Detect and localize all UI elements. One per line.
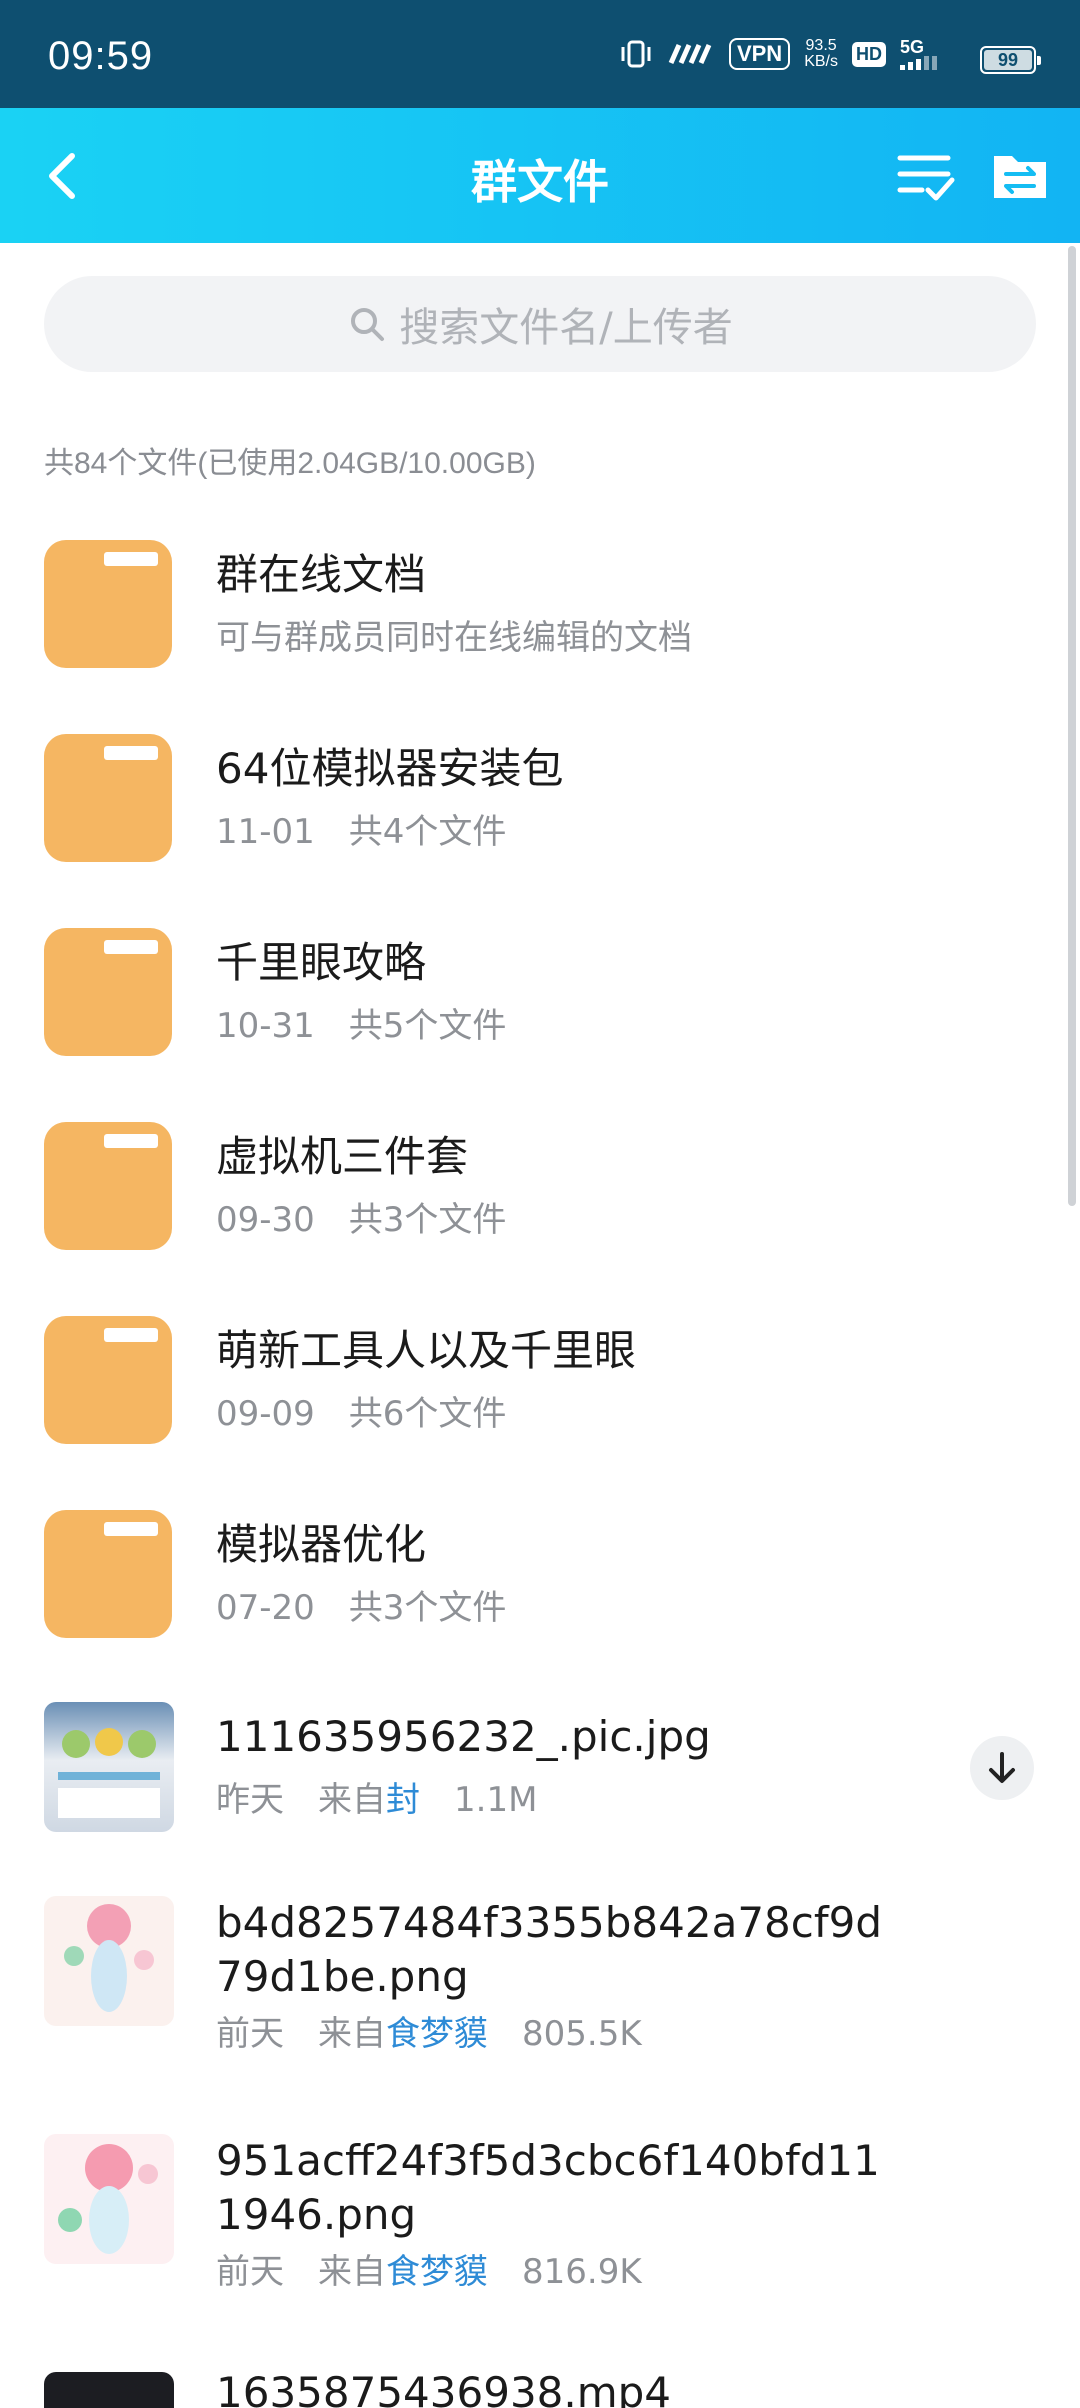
folder-meta: 09-09 共6个文件: [216, 1392, 540, 1436]
scrollbar[interactable]: [1068, 246, 1076, 1206]
search-icon: [351, 308, 385, 341]
file-date: 昨天: [216, 1780, 284, 1820]
folder-date: 10-31: [216, 1006, 315, 1046]
file-size: 816.9K: [522, 2252, 642, 2292]
folder-row[interactable]: 群在线文档 可与群成员同时在线编辑的文档: [0, 538, 1080, 674]
storage-summary: 共84个文件(已使用2.04GB/10.00GB): [44, 447, 536, 480]
signal-icon: 5G: [900, 38, 940, 70]
folder-date: 07-20: [216, 1588, 315, 1628]
file-size: 805.5K: [522, 2014, 642, 2054]
file-row[interactable]: 1635875436938.mp4: [0, 2372, 1080, 2408]
folder-count: 共6个文件: [348, 1394, 507, 1434]
folder-name: 萌新工具人以及千里眼: [216, 1326, 637, 1375]
download-button[interactable]: [970, 1736, 1034, 1800]
file-date: 前天: [216, 2014, 284, 2054]
file-name: b4d8257484f3355b842a78cf9d 79d1be.png: [216, 1896, 882, 2004]
folder-row[interactable]: 模拟器优化 07-20 共3个文件: [0, 1508, 1080, 1644]
multi-select-button[interactable]: [896, 146, 956, 206]
battery-icon: 99: [980, 46, 1041, 74]
folder-desc: 可与群成员同时在线编辑的文档: [216, 618, 692, 658]
file-name: 1635875436938.mp4: [216, 2372, 672, 2408]
vpn-badge: VPN: [728, 38, 791, 70]
from-label: 来自: [318, 2014, 386, 2054]
folder-name: 虚拟机三件套: [216, 1132, 469, 1181]
from-label: 来自: [318, 2252, 386, 2292]
search-placeholder: 搜索文件名/上传者: [399, 305, 733, 351]
folder-name: 64位模拟器安装包: [216, 744, 564, 793]
download-arrow-icon: [989, 1752, 1015, 1783]
folder-icon: [44, 1316, 172, 1444]
file-name-line-1: 951acff24f3f5d3cbc6f140bfd11: [216, 2136, 880, 2185]
folder-count: 共3个文件: [348, 1200, 507, 1240]
file-meta: 前天 来自食梦貘 816.9K: [216, 2250, 676, 2294]
uploader-name[interactable]: 食梦貘: [386, 2252, 488, 2292]
file-name: 111635956232_.pic.jpg: [216, 1712, 711, 1761]
hd-badge: HD: [852, 41, 886, 67]
folder-name: 模拟器优化: [216, 1520, 427, 1569]
folder-icon: [44, 1510, 172, 1638]
folder-row[interactable]: 虚拟机三件套 09-30 共3个文件: [0, 1120, 1080, 1256]
folder-meta: 10-31 共5个文件: [216, 1004, 540, 1048]
folder-date: 09-30: [216, 1200, 315, 1240]
folder-row[interactable]: 千里眼攻略 10-31 共5个文件: [0, 926, 1080, 1062]
folder-transfer-icon: [994, 156, 1046, 198]
network-speed-unit: KB/s: [804, 53, 838, 70]
file-name: 951acff24f3f5d3cbc6f140bfd11 1946.png: [216, 2134, 880, 2242]
file-size: 1.1M: [454, 1780, 538, 1820]
status-bar: 09:59 VPN 93.5 KB/s HD 5G 99: [0, 0, 1080, 108]
file-thumbnail: [44, 1896, 174, 2026]
file-thumbnail: [44, 2134, 174, 2264]
file-source: 来自封: [318, 1780, 420, 1820]
battery-level: 99: [997, 49, 1019, 70]
network-speed: 93.5 KB/s: [804, 38, 838, 70]
folder-icon: [44, 540, 172, 668]
folder-icon: [44, 928, 172, 1056]
carrier-logo-icon: [667, 41, 715, 67]
folder-icon: [44, 1122, 172, 1250]
file-row[interactable]: 951acff24f3f5d3cbc6f140bfd11 1946.png 前天来…: [0, 2134, 1080, 2324]
file-thumbnail: [44, 2372, 174, 2408]
file-date: 前天: [216, 2252, 284, 2292]
file-name-line-2: 79d1be.png: [216, 1952, 469, 2001]
folder-count: 共5个文件: [348, 1006, 507, 1046]
folder-row[interactable]: 64位模拟器安装包 11-01 共4个文件: [0, 732, 1080, 868]
file-name-line-2: 1946.png: [216, 2190, 417, 2239]
file-row[interactable]: 111635956232_.pic.jpg 昨天 来自封 1.1M: [0, 1700, 1080, 1840]
folder-manage-button[interactable]: [990, 146, 1050, 206]
app-bar: 群文件: [0, 108, 1080, 243]
status-time: 09:59: [48, 34, 154, 78]
from-label: 来自: [318, 1780, 386, 1820]
folder-name: 群在线文档: [216, 550, 427, 599]
file-meta: 昨天 来自封 1.1M: [216, 1778, 571, 1822]
file-thumbnail: [44, 1702, 174, 1832]
uploader-name[interactable]: 食梦貘: [386, 2014, 488, 2054]
network-speed-value: 93.5: [805, 37, 837, 54]
folder-count: 共4个文件: [348, 812, 507, 852]
file-name-line-1: b4d8257484f3355b842a78cf9d: [216, 1898, 883, 1947]
file-source: 来自食梦貘: [318, 2252, 488, 2292]
folder-count: 共3个文件: [348, 1588, 507, 1628]
folder-meta: 09-30 共3个文件: [216, 1198, 540, 1242]
folder-icon: [44, 734, 172, 862]
file-row[interactable]: b4d8257484f3355b842a78cf9d 79d1be.png 前天来…: [0, 1896, 1080, 2086]
search-input[interactable]: 搜索文件名/上传者: [44, 276, 1036, 372]
network-type: 5G: [900, 37, 925, 57]
folder-name: 千里眼攻略: [216, 938, 427, 987]
folder-row[interactable]: 萌新工具人以及千里眼 09-09 共6个文件: [0, 1314, 1080, 1450]
file-meta: 前天 来自食梦貘 805.5K: [216, 2012, 676, 2056]
vibrate-icon: [619, 39, 653, 69]
folder-meta: 07-20 共3个文件: [216, 1586, 540, 1630]
status-icons: VPN 93.5 KB/s HD 5G: [619, 38, 940, 70]
file-source: 来自食梦貘: [318, 2014, 488, 2054]
uploader-name[interactable]: 封: [386, 1780, 420, 1820]
list-check-icon: [897, 155, 955, 201]
folder-date: 11-01: [216, 812, 315, 852]
folder-meta: 11-01 共4个文件: [216, 810, 540, 854]
folder-date: 09-09: [216, 1394, 315, 1434]
